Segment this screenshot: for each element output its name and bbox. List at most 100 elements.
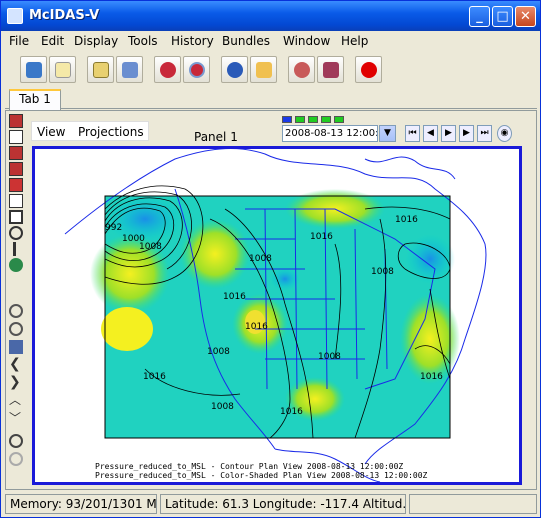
menu-tools[interactable]: Tools [128, 34, 158, 48]
step-indicator [308, 116, 318, 123]
pan-left-icon[interactable]: ❮ [9, 357, 23, 372]
step-indicator [334, 116, 344, 123]
title-bar[interactable]: McIDAS-V _ □ ✕ [1, 1, 540, 31]
contour-label: 1016 [245, 322, 268, 332]
home-icon[interactable] [9, 340, 23, 354]
zoom-data-icon [323, 62, 339, 78]
animation-settings-button[interactable]: ◉ [497, 125, 512, 142]
menu-bundles[interactable]: Bundles [222, 34, 270, 48]
menu-display[interactable]: Display [74, 34, 118, 48]
top-view-icon[interactable] [9, 114, 23, 128]
position-readout: Latitude: 61.3 Longitude: -117.4 Altitud… [160, 494, 406, 514]
map-display[interactable]: 992 1000 1008 1016 1008 1016 1016 1008 1… [32, 146, 522, 485]
west-view-icon[interactable] [9, 194, 23, 208]
save-bundle-button[interactable] [116, 56, 143, 83]
layer-labels: Pressure_reduced_to_MSL - Contour Plan V… [95, 462, 428, 480]
zoom-data-button[interactable] [317, 56, 344, 83]
stop-icon [361, 62, 377, 78]
pan-up-icon[interactable]: ︿ [9, 394, 23, 408]
contour-label: 1008 [371, 267, 394, 277]
bottom-view-icon[interactable] [9, 130, 23, 144]
step-back-button[interactable]: ◀ [423, 125, 438, 142]
contour-label: 1008 [211, 402, 234, 412]
chevron-down-icon[interactable]: ▼ [379, 125, 396, 142]
tab-strip: Tab 1 [5, 89, 537, 110]
contour-label: 1016 [223, 292, 246, 302]
separator-icon [13, 242, 16, 256]
last-frame-button[interactable]: ⏭ [477, 125, 492, 142]
minimize-button[interactable]: _ [469, 6, 490, 27]
menu-bar: File Edit Display Tools History Bundles … [5, 32, 537, 52]
pan-right-icon[interactable]: ❯ [9, 375, 23, 390]
step-indicator [321, 116, 331, 123]
manage-favorites-button[interactable] [183, 56, 210, 83]
contour-label: 1008 [139, 242, 162, 252]
favorite-bundle-icon [160, 62, 176, 78]
toolbar [5, 54, 537, 84]
contour-label: 1008 [207, 347, 230, 357]
east-view-icon[interactable] [9, 162, 23, 176]
menu-file[interactable]: File [9, 34, 29, 48]
new-display-icon [55, 62, 71, 78]
tab-1[interactable]: Tab 1 [9, 89, 61, 110]
memory-status[interactable]: Memory: 93/201/1301 MB [5, 494, 157, 514]
open-bundle-button[interactable] [87, 56, 114, 83]
pan-down-icon[interactable]: ﹀ [9, 412, 23, 426]
manage-favorites-icon [189, 62, 205, 78]
rotate-view-icon[interactable] [9, 226, 23, 240]
save-bundle-icon [122, 62, 138, 78]
dashboard-icon [294, 62, 310, 78]
panel-title: Panel 1 [194, 130, 238, 144]
south-view-icon[interactable] [9, 178, 23, 192]
view-controls: ❮ ❯ ︿ ﹀ [7, 114, 25, 469]
data-explorer-button[interactable] [20, 56, 47, 83]
maximize-button[interactable]: □ [492, 6, 513, 27]
data-explorer-icon [26, 62, 42, 78]
view-menu[interactable]: View [37, 125, 65, 139]
play-button[interactable]: ▶ [441, 125, 456, 142]
first-frame-button[interactable]: ⏮ [405, 125, 420, 142]
zoom-in-icon[interactable] [9, 304, 23, 318]
zoom-out-icon[interactable] [9, 322, 23, 336]
step-forward-button[interactable]: ▶ [459, 125, 474, 142]
help-button[interactable] [221, 56, 248, 83]
rotate-right-icon[interactable] [9, 452, 23, 466]
favorite-bundle-button[interactable] [154, 56, 181, 83]
layer-label-contour: Pressure_reduced_to_MSL - Contour Plan V… [95, 462, 403, 471]
projections-menu[interactable]: Projections [78, 125, 144, 139]
contour-label: 1016 [420, 372, 443, 382]
layer-label-shaded: Pressure_reduced_to_MSL - Color-Shaded P… [95, 471, 428, 480]
contour-label: 1016 [143, 372, 166, 382]
contour-label: 1016 [280, 407, 303, 417]
report-button[interactable] [250, 56, 277, 83]
contour-label: 1016 [395, 215, 418, 225]
contour-label: 1016 [310, 232, 333, 242]
app-icon [7, 8, 23, 24]
contour-label: 992 [105, 223, 122, 233]
report-icon [256, 62, 272, 78]
reset-view-icon[interactable] [9, 210, 23, 224]
menu-edit[interactable]: Edit [41, 34, 64, 48]
map-canvas: 992 1000 1008 1016 1008 1016 1016 1008 1… [64, 149, 487, 482]
menu-history[interactable]: History [171, 34, 214, 48]
status-message [409, 494, 537, 514]
main-window: McIDAS-V _ □ ✕ File Edit Display Tools H… [0, 0, 541, 518]
help-icon [227, 62, 243, 78]
window-title: McIDAS-V [29, 8, 100, 23]
stop-button[interactable] [355, 56, 382, 83]
time-selector[interactable]: 2008-08-13 12:00:00Z [282, 125, 378, 142]
menu-help[interactable]: Help [341, 34, 368, 48]
step-indicator [295, 116, 305, 123]
contour-label: 1008 [249, 254, 272, 264]
globe-icon[interactable] [9, 258, 23, 272]
close-button[interactable]: ✕ [515, 6, 536, 27]
contour-label: 1008 [318, 352, 341, 362]
status-bar: Memory: 93/201/1301 MB Latitude: 61.3 Lo… [5, 493, 537, 515]
step-indicator-current [282, 116, 292, 123]
dashboard-button[interactable] [288, 56, 315, 83]
panel-menu-bar: View Projections [31, 121, 149, 141]
rotate-left-icon[interactable] [9, 434, 23, 448]
new-display-button[interactable] [49, 56, 76, 83]
north-view-icon[interactable] [9, 146, 23, 160]
menu-window[interactable]: Window [283, 34, 330, 48]
